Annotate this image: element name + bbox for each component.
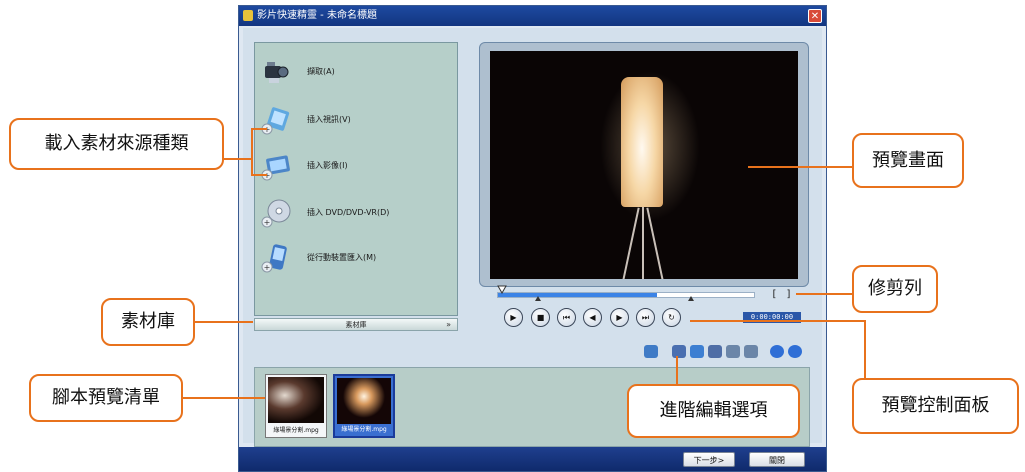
help-icon[interactable] xyxy=(770,345,784,358)
title-bar: 影片快速精靈 - 未命名標題 ✕ xyxy=(239,6,826,26)
trim-bar-fill xyxy=(498,293,657,297)
play-button[interactable]: ▶ xyxy=(504,308,523,327)
callout-library: 素材庫 xyxy=(101,298,195,346)
window-title: 影片快速精靈 - 未命名標題 xyxy=(257,10,377,21)
callout-trim-bar: 修剪列 xyxy=(852,265,938,313)
capture-panel: 擷取(A) + 插入視訊(V) + 插入影像(I) + 插入 DVD/DVD-V… xyxy=(254,42,458,316)
end-button[interactable]: ⏭ xyxy=(636,308,655,327)
clip-label: 綠場景分割.mpg xyxy=(273,427,319,434)
capture-label: 擷取(A) xyxy=(307,67,335,76)
storyboard-clip[interactable]: 綠場景分割.mpg xyxy=(265,374,327,438)
callout-advanced-edit-text: 進階編輯選項 xyxy=(659,400,768,421)
bottom-bar: 下一步> 關閉 xyxy=(239,447,826,471)
app-logo-icon xyxy=(243,10,253,21)
camcorder-icon xyxy=(265,62,289,83)
library-button-label: 素材庫 xyxy=(345,321,367,329)
next-button[interactable]: 下一步> xyxy=(683,452,735,467)
callout-preview-screen: 預覽畫面 xyxy=(852,133,964,188)
previous-frame-button[interactable]: ◀ xyxy=(583,308,602,327)
insert-image-label: 插入影像(I) xyxy=(307,161,348,170)
callout-library-text: 素材庫 xyxy=(121,311,175,332)
repeat-button[interactable]: ↻ xyxy=(662,308,681,327)
rotate-right-icon[interactable] xyxy=(744,345,758,358)
expand-arrow-icon: » xyxy=(446,320,451,329)
mark-out-icon[interactable] xyxy=(688,296,694,301)
home-button[interactable]: ⏮ xyxy=(557,308,576,327)
preview-panel xyxy=(479,42,809,287)
scrub-handle-icon[interactable] xyxy=(497,285,507,294)
clip-thumbnail xyxy=(337,378,391,424)
callout-line xyxy=(181,397,265,399)
mark-in-icon[interactable] xyxy=(535,296,541,301)
stop-button[interactable]: ■ xyxy=(531,308,550,327)
callout-line xyxy=(193,321,253,323)
callout-preview-screen-text: 預覽畫面 xyxy=(872,150,944,171)
settings-icon[interactable] xyxy=(788,345,802,358)
capture-item-mobile-import[interactable]: + 從行動裝置匯入(M) xyxy=(261,243,451,273)
insert-video-label: 插入視訊(V) xyxy=(307,115,351,124)
save-frame-icon[interactable] xyxy=(708,345,722,358)
svg-text:+: + xyxy=(264,263,271,272)
callout-line xyxy=(251,128,253,176)
callout-trim-bar-text: 修剪列 xyxy=(868,278,922,299)
callout-source-types-text: 載入素材來源種類 xyxy=(44,133,189,154)
callout-line xyxy=(690,320,866,322)
callout-line xyxy=(796,293,854,295)
callout-line xyxy=(251,174,267,176)
insert-video-icon: + xyxy=(261,107,290,135)
insert-dvd-label: 插入 DVD/DVD-VR(D) xyxy=(307,208,390,217)
capture-item-insert-dvd[interactable]: + 插入 DVD/DVD-VR(D) xyxy=(261,198,451,228)
clip-label: 綠場景分割.mpg xyxy=(341,426,387,433)
mobile-device-icon: + xyxy=(261,244,287,273)
clip-properties-icon[interactable] xyxy=(644,345,658,358)
callout-storyboard: 腳本預覽清單 xyxy=(29,374,183,422)
rotate-left-icon[interactable] xyxy=(726,345,740,358)
callout-preview-controls-text: 預覽控制面板 xyxy=(881,395,990,416)
mobile-import-label: 從行動裝置匯入(M) xyxy=(307,253,377,262)
callout-source-types: 載入素材來源種類 xyxy=(9,118,224,170)
callout-line xyxy=(251,128,267,130)
preview-screen[interactable] xyxy=(490,51,798,279)
insert-dvd-icon: + xyxy=(261,199,291,228)
library-toggle-button[interactable]: 素材庫 » xyxy=(254,318,458,331)
clip-thumbnail xyxy=(268,377,324,423)
close-button[interactable]: 關閉 xyxy=(749,452,805,467)
capture-item-insert-video[interactable]: + 插入視訊(V) xyxy=(261,105,451,135)
callout-preview-controls: 預覽控制面板 xyxy=(852,378,1019,434)
callout-line xyxy=(864,320,866,380)
lamp-image xyxy=(621,77,663,207)
callout-line xyxy=(748,166,854,168)
callout-line xyxy=(676,356,678,386)
window-close-button[interactable]: ✕ xyxy=(808,9,822,23)
speed-control-icon[interactable] xyxy=(690,345,704,358)
next-frame-button[interactable]: ▶ xyxy=(610,308,629,327)
storyboard-clip-selected[interactable]: 綠場景分割.mpg xyxy=(333,374,395,438)
split-clip-icon[interactable] xyxy=(672,345,686,358)
svg-text:+: + xyxy=(264,218,271,227)
lamp-leg xyxy=(642,207,644,279)
insert-image-icon: + xyxy=(261,155,290,181)
callout-line xyxy=(222,158,253,160)
callout-storyboard-text: 腳本預覽清單 xyxy=(52,387,160,408)
mark-out-button[interactable]: ] xyxy=(783,289,794,301)
callout-advanced-edit: 進階編輯選項 xyxy=(627,384,800,438)
mark-in-button[interactable]: [ xyxy=(769,289,780,301)
capture-item-capture[interactable]: 擷取(A) xyxy=(261,57,451,87)
capture-item-insert-image[interactable]: + 插入影像(I) xyxy=(261,151,451,181)
